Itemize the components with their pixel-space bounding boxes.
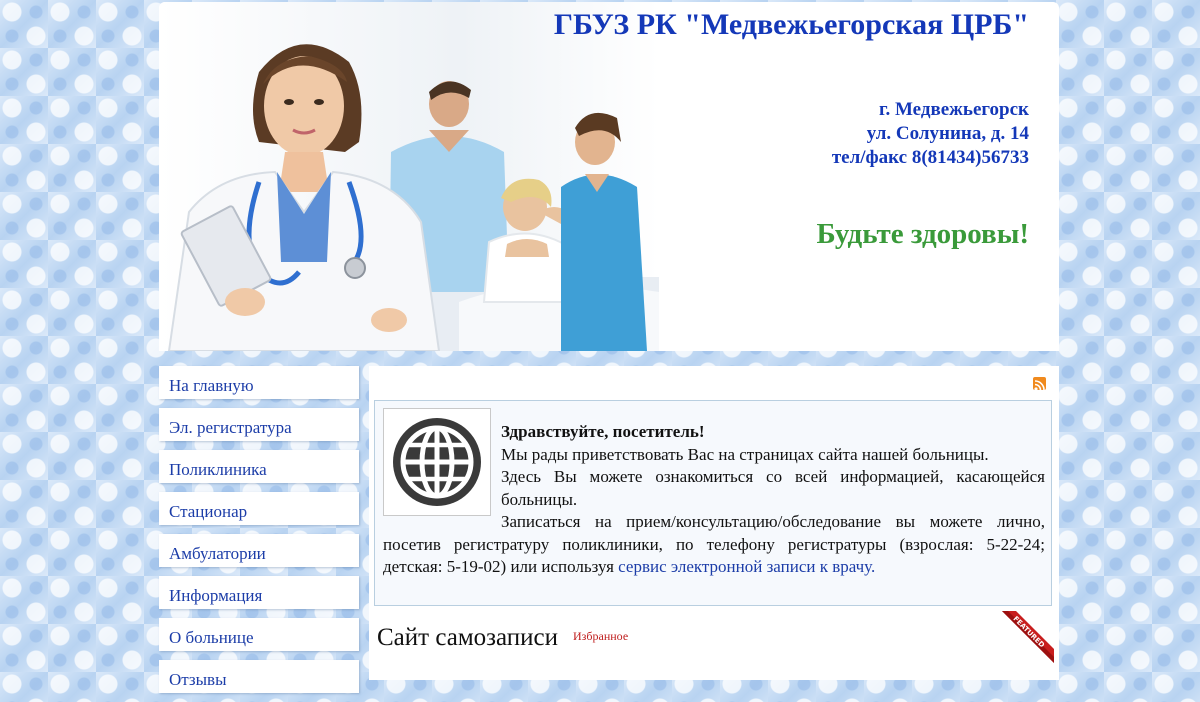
address-phone: тел/факс 8(81434)56733 xyxy=(831,147,1029,168)
sidebar-item-information[interactable]: Информация xyxy=(159,576,359,609)
article-title[interactable]: Сайт самозаписи xyxy=(377,624,558,652)
featured-ribbon-text: FEATURED xyxy=(1011,615,1046,650)
slogan: Будьте здоровы! xyxy=(816,218,1029,250)
contact-address: г. Медвежьегорск ул. Солунина, д. 14 тел… xyxy=(832,98,1029,170)
sidebar-item-reviews[interactable]: Отзывы xyxy=(159,660,359,693)
rss-icon[interactable] xyxy=(1033,377,1046,390)
welcome-box: Здравствуйте, посетитель! Мы рады привет… xyxy=(374,400,1052,606)
sidebar-item-about[interactable]: О больнице xyxy=(159,618,359,651)
sidebar-item-e-registry[interactable]: Эл. регистратура xyxy=(159,408,359,441)
sidebar-item-ambulatories[interactable]: Амбулатории xyxy=(159,534,359,567)
address-city: г. Медвежьегорск xyxy=(878,99,1029,120)
site-header: ГБУЗ РК "Медвежьегорская ЦРБ" г. Медвежь… xyxy=(159,2,1059,351)
address-street: ул. Солунина, д. 14 xyxy=(866,123,1029,144)
medical-staff-photo xyxy=(159,2,659,351)
sidebar-item-polyclinic[interactable]: Поликлиника xyxy=(159,450,359,483)
featured-label: Избранное xyxy=(573,629,629,643)
sidebar-item-home[interactable]: На главную xyxy=(159,366,359,399)
main-content: Здравствуйте, посетитель! Мы рады привет… xyxy=(369,366,1059,680)
site-title: ГБУЗ РК "Медвежьегорская ЦРБ" xyxy=(553,8,1029,41)
sidebar-nav: На главную Эл. регистратура Поликлиника … xyxy=(159,366,359,702)
welcome-text: Здравствуйте, посетитель! Мы рады привет… xyxy=(383,421,1045,579)
featured-ribbon-icon: FEATURED xyxy=(1002,611,1054,663)
e-appointment-link[interactable]: сервис электронной записи к врачу. xyxy=(618,557,875,576)
sidebar-item-hospital[interactable]: Стационар xyxy=(159,492,359,525)
